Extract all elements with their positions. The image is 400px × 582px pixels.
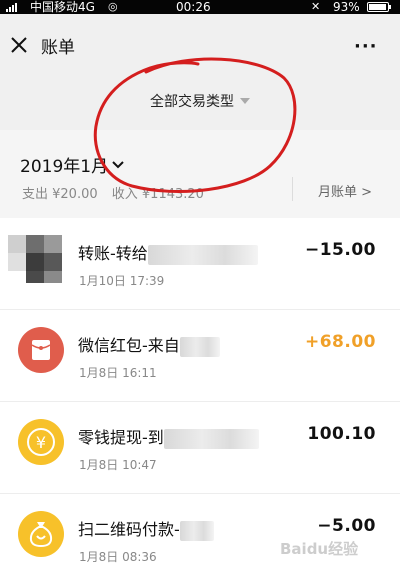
filter-label: 全部交易类型: [150, 94, 234, 110]
income-total: 收入 ¥1143.20: [111, 187, 204, 202]
transaction-type-filter[interactable]: 全部交易类型: [150, 91, 250, 111]
month-selector[interactable]: 2019年1月: [20, 152, 124, 177]
divider: [292, 177, 293, 201]
month-summary: 2019年1月 支出 ¥20.00 收入 ¥1143.20 月账单 >: [0, 130, 400, 218]
battery-icon: [367, 2, 391, 12]
status-bar: 中国移动4G ◎ 00:26 ✕ 93%: [0, 0, 400, 14]
transaction-name: 微信红包-来自: [78, 332, 220, 357]
transaction-date: 1月10日 17:39: [79, 274, 165, 288]
transaction-name: 转账-转给: [78, 240, 258, 265]
month-totals: 支出 ¥20.00 收入 ¥1143.20: [22, 183, 214, 202]
mute-icon: ✕: [311, 0, 321, 13]
redacted-area: [179, 520, 214, 541]
month-label: 2019年1月: [20, 157, 109, 177]
page-title: 账单: [41, 38, 75, 58]
transaction-amount: +68.00: [304, 332, 376, 352]
signal-icon: [6, 2, 17, 12]
more-icon[interactable]: ···: [354, 36, 378, 57]
redacted-area: [163, 428, 259, 449]
transaction-date: 1月8日 08:36: [79, 550, 157, 564]
watermark: Baidu经验: [280, 540, 359, 558]
expense-total: 支出 ¥20.00: [22, 187, 98, 202]
transaction-amount: 100.10: [307, 424, 376, 444]
transaction-list: 转账-转给 1月10日 17:39 −15.00 微信红包-来自 1月8日 16…: [0, 218, 400, 582]
transaction-row[interactable]: 微信红包-来自 1月8日 16:11 +68.00: [0, 310, 400, 402]
monthly-bill-link[interactable]: 月账单 >: [318, 181, 372, 200]
transaction-name: 零钱提现-到: [78, 424, 259, 449]
yen-coin-icon: ¥: [18, 419, 64, 465]
hotspot-icon: ◎: [108, 0, 118, 13]
svg-text:¥: ¥: [36, 433, 46, 452]
transaction-date: 1月8日 16:11: [79, 366, 157, 380]
redacted-area: [179, 336, 220, 357]
dropdown-caret-icon: [240, 98, 250, 104]
chevron-down-icon: [112, 160, 124, 168]
battery-percent: 93%: [333, 0, 360, 14]
transaction-row[interactable]: 转账-转给 1月10日 17:39 −15.00: [0, 218, 400, 310]
carrier-label: 中国移动4G: [30, 0, 95, 14]
transaction-row[interactable]: ¥ 零钱提现-到 1月8日 10:47 100.10: [0, 402, 400, 494]
transaction-amount: −5.00: [317, 516, 376, 536]
close-icon[interactable]: [10, 36, 28, 54]
clock: 00:26: [176, 0, 211, 14]
red-envelope-icon: [18, 327, 64, 373]
transaction-amount: −15.00: [304, 240, 376, 260]
mosaic-avatar: [8, 235, 64, 283]
money-bag-icon: [18, 511, 64, 557]
bill-header: 账单 ··· 全部交易类型: [0, 14, 400, 130]
redacted-area: [147, 244, 258, 265]
transaction-name: 扫二维码付款-: [78, 516, 214, 541]
transaction-date: 1月8日 10:47: [79, 458, 157, 472]
